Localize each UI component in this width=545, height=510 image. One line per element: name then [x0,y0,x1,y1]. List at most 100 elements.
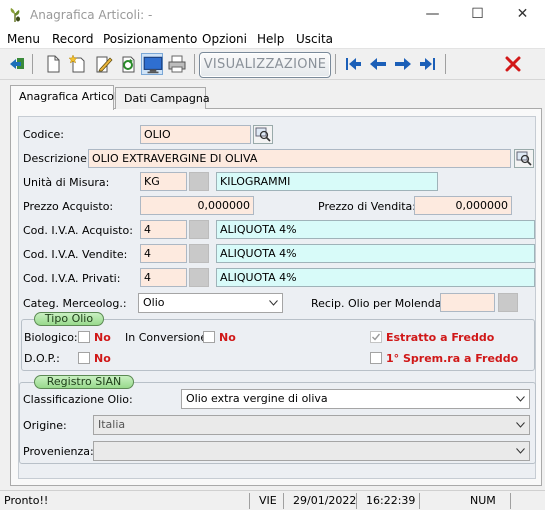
prezzo-acquisto-label: Prezzo Acquisto: [23,200,114,213]
iva-acquisto-label: Cod. I.V.A. Acquisto: [23,224,133,237]
codice-search-icon[interactable] [253,125,273,144]
origine-value: Italia [98,418,126,431]
toolbar-separator [194,54,195,74]
menu-menu[interactable]: Menu [7,32,40,46]
unita-code-field[interactable]: KG [140,172,187,191]
toolbar-separator [445,54,446,74]
codice-field[interactable]: OLIO [140,125,251,144]
print-icon[interactable] [166,53,188,75]
unita-label: Unità di Misura: [23,176,110,189]
chevron-down-icon [516,448,525,454]
registro-sian-title: Registro SIAN [34,375,134,389]
close-button[interactable]: ✕ [500,0,545,30]
prezzo-vendita-field[interactable]: 0,000000 [414,196,512,215]
prezzo-acquisto-field[interactable]: 0,000000 [140,196,254,215]
classificazione-label: Classificazione Olio: [23,393,133,406]
first-record-icon[interactable] [342,53,364,75]
edit-pencil-icon[interactable] [92,53,114,75]
status-day: VIE [259,494,277,507]
delete-x-icon[interactable] [502,53,524,75]
tipo-olio-title: Tipo Olio [34,312,104,326]
tab-anagrafica-articoli[interactable]: Anagrafica Articoli [10,85,120,110]
recip-lookup-button[interactable] [498,293,518,312]
spremitura-freddo-checkbox[interactable] [370,352,382,364]
recip-field[interactable] [440,293,495,312]
title-bar: Anagrafica Articoli: - — ☐ ✕ [0,0,545,30]
next-record-icon[interactable] [392,53,414,75]
classificazione-value: Olio extra vergine di oliva [186,392,328,405]
iva-privati-label: Cod. I.V.A. Privati: [23,272,121,285]
unita-desc-field: KILOGRAMMI [216,172,438,191]
origine-select[interactable]: Italia [93,415,530,435]
status-separator [510,493,511,509]
app-olive-icon [10,8,20,22]
status-separator [283,493,284,509]
descrizione-label: Descrizione: [23,152,91,165]
minimize-button[interactable]: — [410,0,455,30]
menu-opzioni[interactable]: Opzioni [202,32,247,46]
dop-value: No [94,352,111,365]
last-record-icon[interactable] [417,53,439,75]
status-separator [249,493,250,509]
estratto-freddo-checkbox[interactable] [370,331,382,343]
iva-privati-lookup-button[interactable] [189,268,209,287]
exit-arrow-icon[interactable] [6,53,28,75]
status-separator [356,493,357,509]
toolbar-separator [32,54,33,74]
estratto-freddo-label: Estratto a Freddo [386,331,495,344]
view-monitor-icon[interactable] [141,53,163,75]
menu-help[interactable]: Help [257,32,284,46]
menu-posizionamento[interactable]: Posizionamento [103,32,197,46]
menu-bar: Menu Record Posizionamento Opzioni Help … [0,30,545,49]
origine-label: Origine: [23,419,67,432]
biologico-value: No [94,331,111,344]
in-conversione-label: In Conversione: [125,331,211,344]
descrizione-search-icon[interactable] [514,149,534,168]
codice-label: Codice: [23,128,64,141]
checkmark-icon [372,333,381,341]
menu-record[interactable]: Record [52,32,93,46]
status-date: 29/01/2022 [293,494,357,507]
iva-acquisto-lookup-button[interactable] [189,220,209,239]
spremitura-freddo-label: 1° Sprem.ra a Freddo [386,352,519,365]
unita-lookup-button[interactable] [189,172,209,191]
new-document-icon[interactable] [42,53,64,75]
iva-vendite-desc-field: ALIQUOTA 4% [216,244,535,263]
refresh-icon[interactable] [117,53,139,75]
window-title: Anagrafica Articoli: - [30,8,153,22]
classificazione-select[interactable]: Olio extra vergine di oliva [181,389,530,409]
iva-privati-desc-field: ALIQUOTA 4% [216,268,535,287]
iva-vendite-code-field[interactable]: 4 [140,244,187,263]
chevron-down-icon [269,300,278,306]
iva-vendite-lookup-button[interactable] [189,244,209,263]
in-conversione-value: No [219,331,236,344]
chevron-down-icon [516,422,525,428]
descrizione-field[interactable]: OLIO EXTRAVERGINE DI OLIVA [88,149,511,168]
status-separator [419,493,420,509]
view-mode-button[interactable]: VISUALIZZAZIONE [199,52,331,78]
iva-acquisto-desc-field: ALIQUOTA 4% [216,220,535,239]
iva-acquisto-code-field[interactable]: 4 [140,220,187,239]
dop-checkbox[interactable] [78,352,90,364]
status-bar: Pronto!! VIE 29/01/2022 16:22:39 NUM [0,490,545,510]
provenienza-label: Provenienza: [23,445,94,458]
dop-label: D.O.P.: [24,352,60,365]
biologico-checkbox[interactable] [78,331,90,343]
iva-privati-code-field[interactable]: 4 [140,268,187,287]
previous-record-icon[interactable] [367,53,389,75]
in-conversione-checkbox[interactable] [203,331,215,343]
maximize-button[interactable]: ☐ [455,0,500,30]
categoria-select[interactable]: Olio [138,293,283,313]
provenienza-select[interactable] [93,441,530,461]
status-time: 16:22:39 [366,494,416,507]
new-record-star-icon[interactable] [67,53,89,75]
biologico-label: Biologico: [24,331,78,344]
prezzo-vendita-label: Prezzo di Vendita: [318,200,417,213]
categoria-label: Categ. Merceolog.: [23,297,127,310]
iva-vendite-label: Cod. I.V.A. Vendite: [23,248,128,261]
tab-dati-campagna[interactable]: Dati Campagna [115,87,210,109]
menu-uscita[interactable]: Uscita [296,32,333,46]
status-num: NUM [470,494,496,507]
status-message: Pronto!! [4,494,49,507]
categoria-value: Olio [143,296,165,309]
